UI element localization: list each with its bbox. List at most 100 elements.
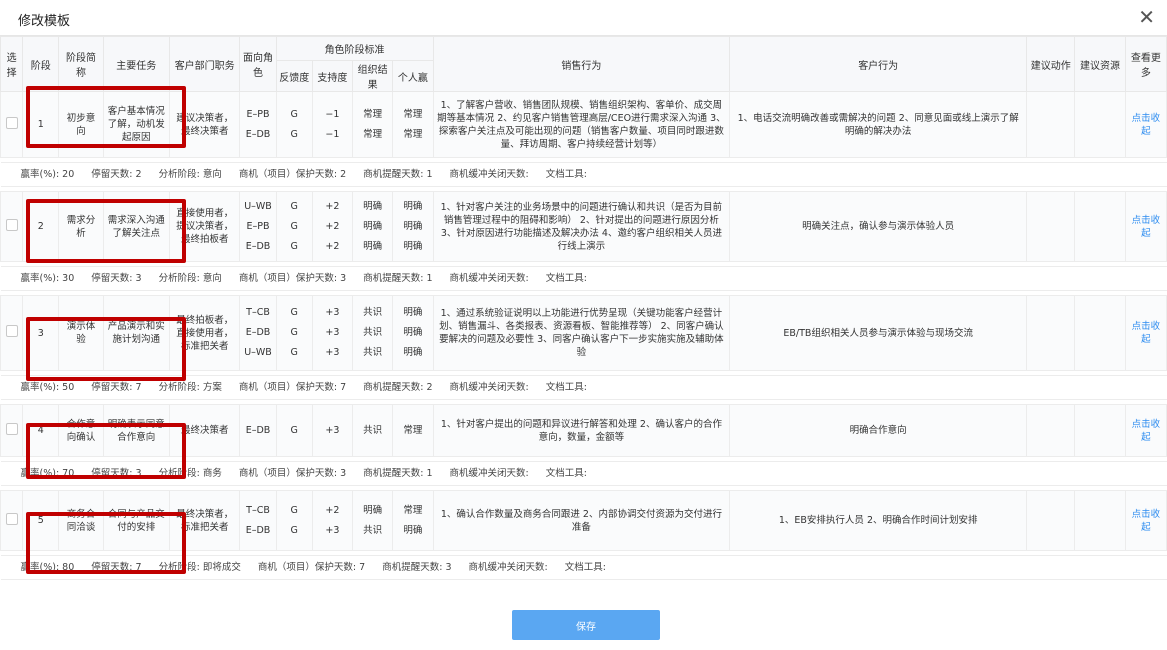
- row-checkbox[interactable]: [5, 512, 18, 525]
- customer-action: EB/TB组织相关人员参与演示体验与现场交流: [729, 295, 1028, 371]
- facing-role: T–CB: [246, 504, 270, 516]
- support-value: +2: [325, 200, 340, 212]
- row-checkbox[interactable]: [5, 325, 18, 337]
- row-checkbox[interactable]: [5, 422, 18, 435]
- support-value: +3: [325, 424, 340, 436]
- org-result-value: 常理: [363, 108, 383, 120]
- facing-role: T–CB: [246, 307, 270, 318]
- facing-role: E–PB: [246, 220, 270, 232]
- support-value: −1: [325, 108, 340, 120]
- sales-action: 1、针对客户关注的业务场景中的问题进行确认和共识（是否为目前销售管理过程中的阻碍…: [432, 191, 731, 262]
- win-rate: 赢率(%): 50: [20, 382, 75, 393]
- personal-win-value: 明确: [403, 240, 423, 252]
- feedback-value: G: [290, 200, 298, 212]
- org-result-value: 明确: [363, 220, 383, 232]
- analysis-stage: 分析阶段: 意向: [158, 169, 222, 180]
- protect-days: 商机（项目）保护天数: 7: [238, 382, 347, 393]
- feedback-value: G: [290, 424, 298, 436]
- highlight-box: [26, 317, 186, 381]
- personal-win-value: 明确: [403, 347, 423, 358]
- col-role-standard: 角色阶段标准: [275, 36, 434, 61]
- feedback-value: G: [290, 108, 298, 120]
- support-value: +2: [325, 240, 340, 252]
- col-personal-win: 个人赢: [392, 60, 434, 92]
- feedback-value: G: [290, 240, 298, 252]
- col-suggest-resource: 建议资源: [1074, 36, 1126, 92]
- suggest-resource: [1074, 490, 1126, 551]
- suggest-action: [1026, 490, 1076, 551]
- collapse-link[interactable]: 点击收起: [1132, 509, 1161, 533]
- customer-action: 明确合作意向: [729, 404, 1028, 457]
- suggest-resource: [1074, 295, 1126, 371]
- suggest-action: [1026, 91, 1076, 158]
- org-result-value: 明确: [363, 200, 383, 212]
- facing-role: U–WB: [244, 200, 272, 212]
- protect-days: 商机（项目）保护天数: 2: [238, 169, 347, 180]
- org-result-value: 共识: [363, 327, 383, 338]
- suggest-resource: [1074, 404, 1126, 457]
- analysis-stage: 分析阶段: 意向: [158, 273, 222, 284]
- feedback-value: G: [290, 128, 298, 140]
- col-feedback: 反馈度: [275, 60, 313, 92]
- facing-role: E–DB: [245, 524, 271, 536]
- support-value: −1: [325, 128, 340, 140]
- col-short-name: 阶段简称: [58, 36, 104, 92]
- row-checkbox[interactable]: [5, 116, 18, 129]
- feedback-value: G: [290, 327, 298, 338]
- dialog-header: 修改模板 ✕: [0, 0, 1167, 36]
- buffer-days: 商机缓冲关闭天数:: [468, 562, 548, 573]
- personal-win-value: 明确: [403, 220, 423, 232]
- buffer-days: 商机缓冲关闭天数:: [449, 382, 529, 393]
- remind-days: 商机提醒天数: 1: [363, 468, 433, 479]
- col-customer-action: 客户行为: [729, 36, 1028, 92]
- support-value: +2: [325, 220, 340, 232]
- buffer-days: 商机缓冲关闭天数:: [449, 273, 529, 284]
- feedback-value: G: [290, 347, 298, 358]
- personal-win-value: 明确: [403, 327, 423, 338]
- col-select: 选择: [0, 36, 24, 92]
- stage-summary-row: 赢率(%): 20 停留天数: 2 分析阶段: 意向 商机（项目）保护天数: 2…: [0, 162, 1167, 187]
- org-result-value: 共识: [363, 424, 383, 436]
- row-checkbox[interactable]: [5, 218, 18, 231]
- stay-days: 停留天数: 3: [91, 273, 142, 284]
- col-stage: 阶段: [22, 36, 60, 92]
- suggest-resource: [1074, 191, 1126, 262]
- support-value: +3: [325, 327, 340, 338]
- doc-tool: 文档工具:: [545, 273, 587, 284]
- protect-days: 商机（项目）保护天数: 7: [257, 562, 366, 573]
- facing-role: E–DB: [245, 424, 271, 436]
- personal-win-value: 常理: [403, 108, 423, 120]
- facing-role: E–DB: [245, 128, 271, 140]
- collapse-link[interactable]: 点击收起: [1132, 321, 1161, 345]
- feedback-value: G: [290, 524, 298, 536]
- buffer-days: 商机缓冲关闭天数:: [449, 169, 529, 180]
- customer-action: 明确关注点，确认参与演示体验人员: [729, 191, 1028, 262]
- suggest-action: [1026, 191, 1076, 262]
- col-dept-role: 客户部门职务: [168, 36, 241, 92]
- stay-days: 停留天数: 7: [91, 382, 142, 393]
- col-suggest-action: 建议动作: [1026, 36, 1076, 92]
- org-result-value: 共识: [363, 307, 383, 318]
- org-result-value: 明确: [363, 504, 383, 516]
- col-org-result: 组织结果: [352, 60, 394, 92]
- dialog-footer: 保存: [0, 601, 1167, 650]
- protect-days: 商机（项目）保护天数: 3: [238, 273, 347, 284]
- doc-tool: 文档工具:: [545, 382, 587, 393]
- feedback-value: G: [290, 504, 298, 516]
- col-sales-action: 销售行为: [432, 36, 731, 92]
- highlight-box: [26, 512, 186, 574]
- collapse-link[interactable]: 点击收起: [1132, 113, 1161, 137]
- stage-summary-row: 赢率(%): 30 停留天数: 3 分析阶段: 意向 商机（项目）保护天数: 3…: [0, 266, 1167, 291]
- col-support: 支持度: [311, 60, 354, 92]
- personal-win-value: 明确: [403, 307, 423, 318]
- collapse-link[interactable]: 点击收起: [1132, 419, 1161, 443]
- sales-action: 1、确认合作数量及商务合同跟进 2、内部协调交付资源为交付进行准备: [432, 490, 731, 551]
- close-icon[interactable]: ✕: [1138, 6, 1155, 28]
- highlight-box: [26, 199, 186, 263]
- org-result-value: 共识: [363, 524, 383, 536]
- sales-action: 1、针对客户提出的问题和异议进行解答和处理 2、确认客户的合作意向，数量，金额等: [432, 404, 731, 457]
- suggest-action: [1026, 404, 1076, 457]
- collapse-link[interactable]: 点击收起: [1132, 215, 1161, 239]
- doc-tool: 文档工具:: [564, 562, 606, 573]
- save-button[interactable]: 保存: [512, 610, 660, 640]
